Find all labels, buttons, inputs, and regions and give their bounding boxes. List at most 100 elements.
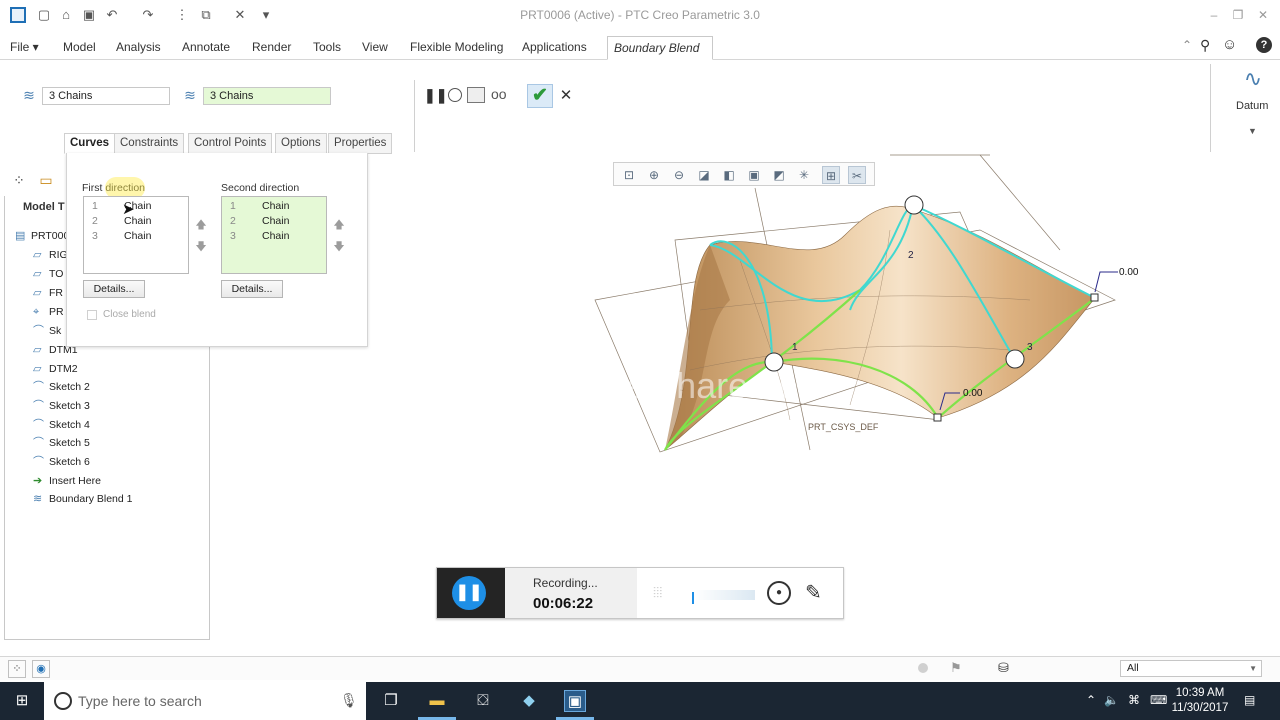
community-icon[interactable]: ☺: [1222, 36, 1237, 53]
tab-applications[interactable]: Applications: [516, 36, 593, 60]
vertex-marker[interactable]: [933, 413, 942, 422]
tree-item-sketch-5[interactable]: ⌒ Sketch 5: [33, 435, 90, 452]
browser-toggle-icon[interactable]: ◉: [32, 660, 50, 678]
tree-item-right-plane[interactable]: ▱ RIG: [33, 247, 68, 264]
tab-constraints[interactable]: Constraints: [114, 133, 185, 154]
maximize-icon[interactable]: ❐: [1228, 6, 1248, 24]
datum-label[interactable]: Datum: [1236, 100, 1268, 112]
network-icon[interactable]: ⌘: [1128, 693, 1140, 707]
tree-item-sketch-4[interactable]: ⌒ Sketch 4: [33, 417, 90, 434]
flag-icon[interactable]: ⚑: [950, 660, 962, 676]
volume-slider[interactable]: [693, 590, 755, 600]
minimize-icon[interactable]: –: [1204, 6, 1224, 24]
second-direction-collector[interactable]: 3 Chains: [203, 87, 331, 105]
tree-item-boundary-blend-1[interactable]: ≋ Boundary Blend 1: [33, 491, 132, 508]
ok-button[interactable]: ✔: [527, 84, 553, 108]
tab-flexible-modeling[interactable]: Flexible Modeling: [404, 36, 509, 60]
model-tree-toggle-icon[interactable]: ⁘: [8, 660, 26, 678]
move-up-icon[interactable]: 🡅: [195, 219, 207, 231]
dimension-label[interactable]: 0.00: [1119, 267, 1139, 278]
move-up-icon[interactable]: 🡅: [333, 219, 345, 231]
pen-annotate-icon[interactable]: ✎: [805, 580, 822, 605]
webcam-icon[interactable]: ●: [767, 581, 791, 605]
first-direction-list[interactable]: 1 Chain 2 Chain 3 Chain: [83, 196, 189, 274]
cancel-button[interactable]: ✕: [558, 87, 574, 105]
model-tree-header[interactable]: Model T: [23, 201, 65, 213]
microphone-icon[interactable]: 🎙: [340, 692, 358, 709]
tab-view[interactable]: View: [356, 36, 394, 60]
model-tree-tab-icon[interactable]: ⁘: [10, 171, 28, 189]
list-item[interactable]: 2 Chain: [222, 214, 326, 229]
list-item[interactable]: 1 Chain: [222, 199, 326, 214]
windows-start-icon[interactable]: ⊞: [11, 690, 33, 712]
drag-handle[interactable]: [904, 195, 924, 215]
list-item[interactable]: 2 Chain: [84, 214, 188, 229]
tree-item-part[interactable]: ▤ PRT000: [15, 228, 69, 245]
move-down-icon[interactable]: 🡇: [333, 241, 345, 253]
tree-item-insert-here[interactable]: ➔ Insert Here: [33, 473, 101, 490]
list-item[interactable]: 1 Chain: [84, 199, 188, 214]
datum-dropdown-icon[interactable]: ▼: [1248, 126, 1257, 136]
recorder-pause-button[interactable]: ❚❚: [452, 576, 486, 610]
no-preview-icon[interactable]: [448, 88, 462, 102]
tree-item-sketch-2[interactable]: ⌒ Sketch 2: [33, 379, 90, 396]
action-center-icon[interactable]: ▤: [1244, 693, 1255, 707]
file-explorer-icon[interactable]: ▬: [426, 690, 448, 712]
tab-render[interactable]: Render: [246, 36, 297, 60]
tab-properties[interactable]: Properties: [328, 133, 393, 154]
first-details-button[interactable]: Details...: [83, 280, 145, 298]
attached-preview-icon[interactable]: [467, 87, 485, 103]
find-icon[interactable]: ⛁: [998, 660, 1009, 676]
close-blend-checkbox[interactable]: [87, 310, 97, 320]
task-view-icon[interactable]: ❐: [380, 690, 402, 712]
second-details-button[interactable]: Details...: [221, 280, 283, 298]
tree-item-sketch-3[interactable]: ⌒ Sketch 3: [33, 398, 90, 415]
drag-handle[interactable]: [1005, 349, 1025, 369]
tab-control-points[interactable]: Control Points: [188, 133, 273, 154]
tab-boundary-blend[interactable]: Boundary Blend: [607, 36, 713, 60]
tree-item-top-plane[interactable]: ▱ TO: [33, 266, 63, 283]
close-icon[interactable]: ✕: [1253, 6, 1273, 24]
selection-filter-dropdown[interactable]: All ▼: [1120, 660, 1262, 677]
tree-item-sketch-1[interactable]: ⌒ Sk: [33, 323, 61, 340]
tree-item-label: Sketch 3: [49, 400, 90, 412]
drag-grip-icon[interactable]: ⦙⦙⦙: [653, 584, 671, 602]
list-item[interactable]: 3 Chain: [84, 229, 188, 244]
collapse-ribbon-icon[interactable]: ⌃: [1182, 38, 1192, 52]
tab-file[interactable]: File ▾: [4, 36, 45, 60]
taskbar-search-input[interactable]: Type here to search: [44, 682, 366, 720]
first-direction-collector[interactable]: 3 Chains: [42, 87, 170, 105]
second-direction-list[interactable]: 1 Chain 2 Chain 3 Chain: [221, 196, 327, 274]
folder-browser-tab-icon[interactable]: ▭: [36, 171, 56, 189]
move-down-icon[interactable]: 🡇: [195, 241, 207, 253]
tree-item-csys[interactable]: ⌖ PR: [33, 304, 64, 321]
tab-analysis[interactable]: Analysis: [110, 36, 167, 60]
recorder-taskbar-icon[interactable]: ▣: [564, 690, 586, 712]
tab-options[interactable]: Options: [275, 133, 327, 154]
taskbar-clock[interactable]: 10:39 AM 11/30/2017: [1160, 686, 1240, 716]
model-viewport[interactable]: 1 2 3 0.00 0.00 PRT_CSYS_DEF www.thunder…: [560, 150, 1200, 470]
tab-curves[interactable]: Curves: [64, 133, 115, 154]
tab-model[interactable]: Model: [57, 36, 102, 60]
tree-item-front-plane[interactable]: ▱ FR: [33, 285, 63, 302]
verify-glasses-icon[interactable]: oo: [491, 86, 507, 102]
volume-slider-thumb[interactable]: [692, 592, 694, 604]
dimension-label[interactable]: 0.00: [963, 388, 983, 399]
tab-annotate[interactable]: Annotate: [176, 36, 236, 60]
search-icon[interactable]: ⚲: [1200, 37, 1210, 54]
datum-curve-icon[interactable]: ∿: [1240, 66, 1266, 92]
list-item[interactable]: 3 Chain: [222, 229, 326, 244]
help-icon[interactable]: ?: [1256, 37, 1272, 53]
store-icon[interactable]: ⛋: [472, 690, 494, 712]
creo-taskbar-icon[interactable]: ◆: [518, 690, 540, 712]
vertex-marker[interactable]: [1090, 293, 1099, 302]
tree-item-sketch-6[interactable]: ⌒ Sketch 6: [33, 454, 90, 471]
cortana-circle-icon[interactable]: [54, 692, 72, 710]
tab-tools[interactable]: Tools: [307, 36, 347, 60]
tree-item-dtm2[interactable]: ▱ DTM2: [33, 361, 78, 378]
volume-icon[interactable]: 🔈: [1104, 693, 1119, 707]
pause-icon[interactable]: ❚❚: [424, 88, 447, 102]
chain-number: 2: [908, 250, 914, 261]
show-hidden-icons-icon[interactable]: ⌃: [1086, 693, 1096, 707]
title-bar: ▢ ⌂ ▣ ↶ ↷ ⋮ ⧉ ✕ ▾ PRT0006 (Active) - PTC…: [0, 0, 1280, 30]
